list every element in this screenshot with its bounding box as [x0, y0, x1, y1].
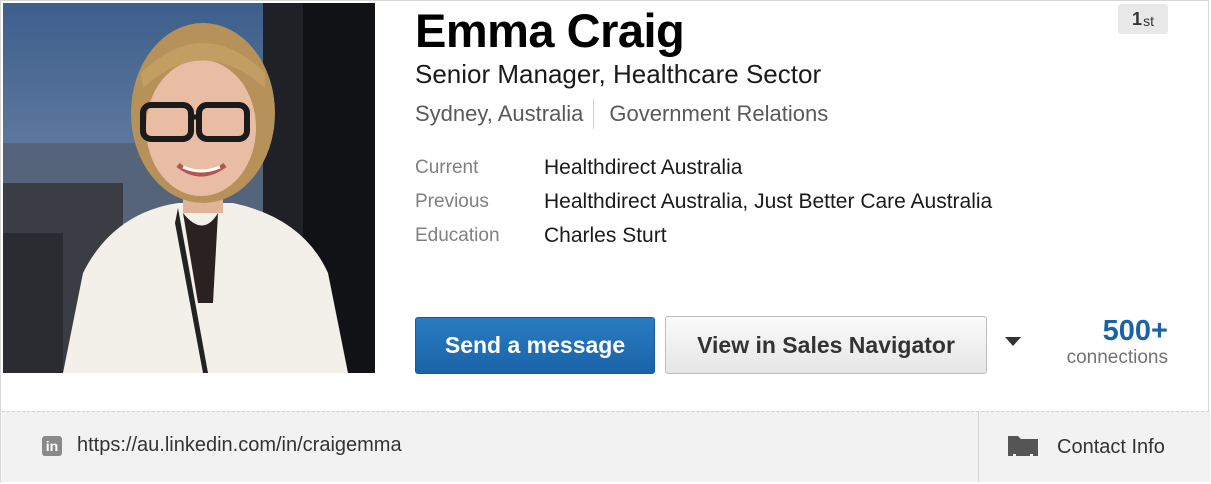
meta-divider	[593, 99, 595, 129]
contact-info-button[interactable]: Contact Info	[978, 412, 1210, 482]
connections-label: connections	[1066, 347, 1168, 368]
current-value[interactable]: Healthdirect Australia	[544, 156, 742, 180]
current-row: Current Healthdirect Australia	[415, 151, 992, 185]
profile-card: Emma Craig Senior Manager, Healthcare Se…	[0, 0, 1210, 482]
profile-name: Emma Craig	[415, 4, 685, 57]
profile-photo[interactable]	[3, 3, 375, 373]
profile-meta: Sydney, Australia Government Relations	[415, 99, 828, 129]
send-message-button[interactable]: Send a message	[415, 317, 655, 374]
current-label: Current	[415, 157, 479, 178]
contact-info-label: Contact Info	[1057, 435, 1165, 458]
connection-degree-badge: 1st	[1118, 4, 1168, 34]
profile-location[interactable]: Sydney, Australia	[415, 100, 583, 128]
profile-photo-image	[3, 3, 375, 373]
profile-headline: Senior Manager, Healthcare Sector	[415, 59, 822, 89]
contact-card-icon	[1007, 433, 1039, 462]
connections-number: 500+	[1102, 315, 1168, 347]
previous-row: Previous Healthdirect Australia, Just Be…	[415, 185, 992, 219]
profile-industry[interactable]: Government Relations	[609, 100, 828, 128]
view-sales-navigator-button[interactable]: View in Sales Navigator	[665, 316, 987, 374]
profile-summary: Current Healthdirect Australia Previous …	[415, 151, 992, 253]
previous-value[interactable]: Healthdirect Australia, Just Better Care…	[544, 190, 992, 214]
public-profile-url[interactable]: https://au.linkedin.com/in/craigemma	[77, 434, 402, 457]
profile-footer: in https://au.linkedin.com/in/craigemma …	[2, 411, 1210, 482]
chevron-down-icon[interactable]	[1005, 337, 1021, 346]
education-value[interactable]: Charles Sturt	[544, 224, 667, 248]
linkedin-icon: in	[42, 435, 62, 456]
degree-number: 1	[1132, 8, 1143, 29]
degree-suffix: st	[1143, 13, 1154, 29]
previous-label: Previous	[415, 191, 489, 212]
connections-count: 500+ connections	[1041, 314, 1168, 368]
education-row: Education Charles Sturt	[415, 219, 992, 253]
public-profile-link[interactable]: in https://au.linkedin.com/in/craigemma	[42, 434, 402, 457]
education-label: Education	[415, 225, 500, 246]
